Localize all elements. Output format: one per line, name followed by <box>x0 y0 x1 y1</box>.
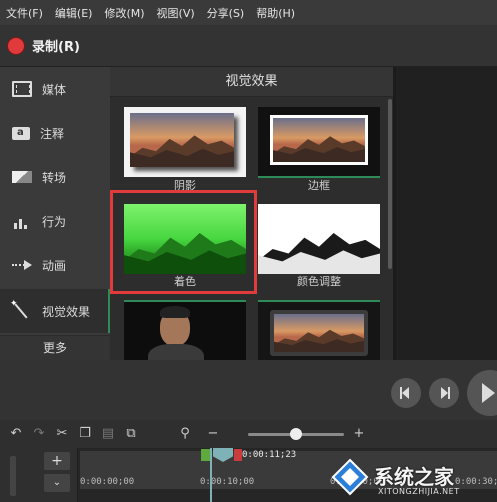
animation-icon <box>12 257 32 273</box>
effect-thumbnail-color-adjust[interactable] <box>258 204 380 274</box>
redo-icon[interactable]: ↷ <box>32 427 46 441</box>
sidebar-item-label: 注释 <box>40 126 65 141</box>
sidebar-item-label: 媒体 <box>42 82 67 97</box>
split-icon[interactable]: ⧉ <box>124 427 138 441</box>
menu-help[interactable]: 帮助(H) <box>256 5 295 21</box>
effect-thumbnail-device-frame[interactable] <box>258 302 380 360</box>
menu-share[interactable]: 分享(S) <box>207 5 245 21</box>
paste-icon[interactable]: ▤ <box>101 427 115 441</box>
effect-thumbnail-border[interactable] <box>258 107 380 177</box>
menu-edit[interactable]: 编辑(E) <box>55 5 93 21</box>
cut-icon[interactable]: ✂ <box>55 427 69 441</box>
copy-icon[interactable]: ❐ <box>78 427 92 441</box>
menu-modify[interactable]: 修改(M) <box>104 5 144 21</box>
transition-icon <box>12 171 32 183</box>
menu-bar: 文件(F) 编辑(E) 修改(M) 视图(V) 分享(S) 帮助(H) <box>0 0 497 25</box>
effect-thumbnail-shadow[interactable] <box>124 107 246 177</box>
magic-wand-icon <box>10 299 32 319</box>
sidebar-item-behaviors[interactable]: 行为 <box>0 199 110 243</box>
sidebar-item-label: 视觉效果 <box>42 304 91 319</box>
playhead-time: 0:00:11;23 <box>242 450 297 460</box>
effect-label-border: 边框 <box>308 179 330 192</box>
record-button[interactable]: 录制(R) <box>8 36 80 55</box>
watermark-subtext: XITONGZHIJIA.NET <box>378 487 460 496</box>
record-icon <box>8 37 24 54</box>
watermark-logo <box>331 458 369 496</box>
play-icon <box>482 383 495 403</box>
menu-file[interactable]: 文件(F) <box>6 5 43 21</box>
record-bar: 录制(R) <box>0 25 497 67</box>
effect-label-color-adjust: 颜色调整 <box>297 275 341 288</box>
out-point-marker[interactable] <box>234 449 242 461</box>
track-controls: + ⌄ <box>0 448 78 502</box>
track-options-button[interactable]: ⌄ <box>44 474 70 492</box>
track-volume-bar[interactable] <box>10 456 16 496</box>
annotation-icon: a <box>12 126 30 140</box>
more-button[interactable]: 更多 <box>0 335 110 360</box>
effect-underline <box>258 300 380 302</box>
player-controls <box>0 360 497 420</box>
next-frame-button[interactable] <box>429 378 459 408</box>
ruler-tick: 0:00:00;00 <box>80 477 135 487</box>
panel-scrollbar[interactable] <box>388 99 392 269</box>
zoom-in-icon[interactable]: + <box>352 427 366 441</box>
record-label: 录制(R) <box>32 40 80 55</box>
previous-frame-button[interactable] <box>391 378 421 408</box>
sidebar-item-label: 转场 <box>42 170 67 185</box>
film-icon <box>12 81 32 97</box>
panel-title: 视觉效果 <box>110 67 393 97</box>
sidebar-item-visual-effects[interactable]: 视觉效果 <box>0 289 110 333</box>
step-back-icon <box>400 387 409 399</box>
add-track-button[interactable]: + <box>44 452 70 470</box>
play-button[interactable] <box>467 370 497 416</box>
sidebar-item-transitions[interactable]: 转场 <box>0 155 110 199</box>
playhead[interactable] <box>210 448 212 502</box>
zoom-slider-handle[interactable] <box>290 428 302 440</box>
zoom-out-icon[interactable]: − <box>206 427 220 441</box>
menu-view[interactable]: 视图(V) <box>157 5 195 21</box>
preview-canvas[interactable] <box>393 67 497 360</box>
effect-thumbnail-green-screen[interactable] <box>124 302 246 360</box>
sidebar-item-animations[interactable]: 动画 <box>0 243 110 287</box>
ruler-tick: 0:00:10;00 <box>200 477 255 487</box>
tool-sidebar: 媒体 a 注释 转场 行为 动画 视觉效果 更多 <box>0 67 110 360</box>
undo-icon[interactable]: ↶ <box>9 427 23 441</box>
visual-effects-panel: 视觉效果 阴影 边框 着色 颜色调整 <box>110 67 393 360</box>
watermark: 系统之家 XITONGZHIJIA.NET <box>330 457 497 502</box>
selection-highlight <box>110 190 257 294</box>
sidebar-item-annotations[interactable]: a 注释 <box>0 111 110 155</box>
zoom-icon: ⚲ <box>180 426 190 441</box>
sidebar-item-label: 动画 <box>42 258 67 273</box>
sidebar-item-media[interactable]: 媒体 <box>0 67 110 111</box>
behavior-icon <box>12 213 32 229</box>
sidebar-item-label: 行为 <box>42 214 67 229</box>
step-forward-icon <box>441 387 450 399</box>
watermark-text: 系统之家 <box>374 465 454 489</box>
effect-underline <box>124 300 246 302</box>
